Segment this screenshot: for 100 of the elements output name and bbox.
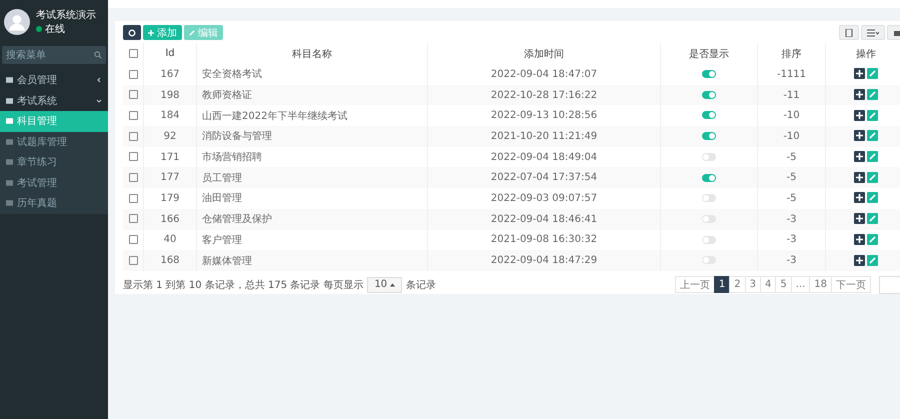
chevron-icon: [96, 77, 102, 84]
menu-search-field[interactable]: 搜索菜单: [2, 46, 106, 64]
table-cell: -11: [758, 84, 826, 106]
row-checkbox[interactable]: [128, 110, 138, 120]
visibility-switch[interactable]: [702, 214, 716, 223]
visibility-switch[interactable]: [702, 132, 716, 140]
menu-icon: [6, 77, 13, 84]
pencil-icon: [869, 91, 876, 98]
table-cell: -10: [758, 126, 826, 147]
pencil-icon: [869, 194, 876, 202]
column-header: 科目名称: [196, 43, 428, 64]
pencil-icon: [869, 112, 876, 119]
plus-icon: [856, 91, 863, 98]
table-cell: 198: [144, 84, 196, 106]
menu-icon: [6, 200, 13, 206]
avatar-icon: [4, 9, 30, 35]
table-cell: 2022-10-28 17:16:22: [428, 84, 660, 106]
plus-icon: [856, 236, 863, 243]
toggle-view-button[interactable]: [839, 25, 859, 40]
table-cell: 168: [144, 250, 196, 271]
add-button[interactable]: [854, 172, 865, 183]
add-button[interactable]: [854, 192, 865, 204]
visibility-switch[interactable]: [702, 152, 716, 161]
row-checkbox[interactable]: [128, 70, 138, 79]
visibility-switch[interactable]: [702, 70, 716, 78]
plus-icon: [856, 132, 863, 140]
menu-icon: [6, 159, 13, 166]
select-all-checkbox[interactable]: [128, 48, 138, 58]
refresh-button[interactable]: [123, 25, 141, 40]
visibility-switch[interactable]: [702, 174, 716, 182]
column-header: 添加时间: [428, 43, 660, 64]
pencil-icon: [869, 215, 876, 222]
pencil-icon: [869, 236, 876, 243]
row-checkbox[interactable]: [128, 173, 138, 182]
plus-icon: [856, 215, 863, 222]
column-header: 操作: [826, 43, 900, 64]
table-cell: 2022-09-04 18:47:29: [428, 250, 660, 271]
pencil-icon: [869, 174, 876, 181]
row-checkbox[interactable]: [128, 152, 138, 162]
column-header: 是否显示: [660, 43, 758, 64]
menu-icon: [6, 118, 13, 124]
column-header: 排序: [758, 43, 826, 64]
plus-icon: [856, 256, 863, 264]
search-icon: [94, 51, 102, 59]
pencil-icon: [189, 30, 195, 36]
user-status: 在线: [45, 22, 65, 36]
add-button[interactable]: [854, 89, 865, 100]
sidebar-item[interactable]: 考试管理: [0, 172, 108, 193]
pencil-icon: [869, 256, 876, 264]
sidebar-item[interactable]: 会员管理: [0, 70, 108, 90]
plus-icon: [856, 70, 863, 78]
table-cell: 仓储管理及保护: [196, 208, 428, 230]
plus-icon: [856, 112, 863, 119]
add-button[interactable]: [854, 151, 865, 162]
add-button[interactable]: [854, 234, 865, 245]
prev-page-button[interactable]: 上一页: [674, 276, 715, 294]
sidebar-item[interactable]: 科目管理: [0, 111, 108, 132]
page-button[interactable]: 5: [775, 276, 792, 294]
chevron-icon: [96, 98, 102, 104]
status-dot-icon: [36, 26, 42, 32]
row-checkbox[interactable]: [128, 214, 138, 224]
row-checkbox[interactable]: [128, 194, 138, 203]
caret-icon: [390, 282, 396, 287]
menu-icon: [6, 138, 13, 145]
visibility-switch[interactable]: [702, 194, 716, 202]
pencil-icon: [869, 132, 876, 140]
sidebar-item[interactable]: 历年真题: [0, 193, 108, 214]
row-checkbox[interactable]: [128, 256, 138, 265]
table-cell: 新媒体管理: [196, 250, 428, 271]
sidebar-item[interactable]: 试题库管理: [0, 132, 108, 152]
plus-icon: [148, 30, 154, 36]
visibility-switch[interactable]: [702, 90, 716, 99]
add-button[interactable]: [854, 254, 865, 266]
visibility-switch[interactable]: [702, 111, 716, 120]
add-button[interactable]: [854, 110, 865, 121]
sidebar-item[interactable]: 章节练习: [0, 152, 108, 172]
add-button[interactable]: 添加: [143, 25, 182, 40]
page-button[interactable]: ...: [790, 276, 810, 294]
table-cell: 教师资格证: [196, 84, 428, 106]
row-checkbox[interactable]: [128, 132, 138, 141]
columns-button[interactable]: [861, 25, 885, 40]
page-number-field[interactable]: [879, 276, 900, 294]
row-checkbox[interactable]: [128, 235, 138, 244]
refresh-icon: [128, 28, 136, 36]
add-button[interactable]: [854, 68, 865, 80]
visibility-switch[interactable]: [702, 236, 716, 244]
records-suffix: 条记录: [406, 278, 436, 292]
row-checkbox[interactable]: [128, 90, 138, 100]
sidebar-item[interactable]: 考试系统: [0, 90, 108, 111]
add-button[interactable]: [854, 130, 865, 142]
add-button[interactable]: [854, 213, 865, 224]
page-size-dropdown[interactable]: 10: [367, 276, 402, 293]
table-cell: -3: [758, 208, 826, 230]
menu-icon: [6, 180, 13, 186]
plus-icon: [856, 153, 863, 160]
visibility-switch[interactable]: [702, 256, 716, 264]
page-button[interactable]: 3: [744, 276, 761, 294]
page-button[interactable]: 2: [729, 276, 746, 294]
next-page-button[interactable]: 下一页: [831, 276, 871, 294]
page-button[interactable]: 18: [809, 276, 832, 294]
